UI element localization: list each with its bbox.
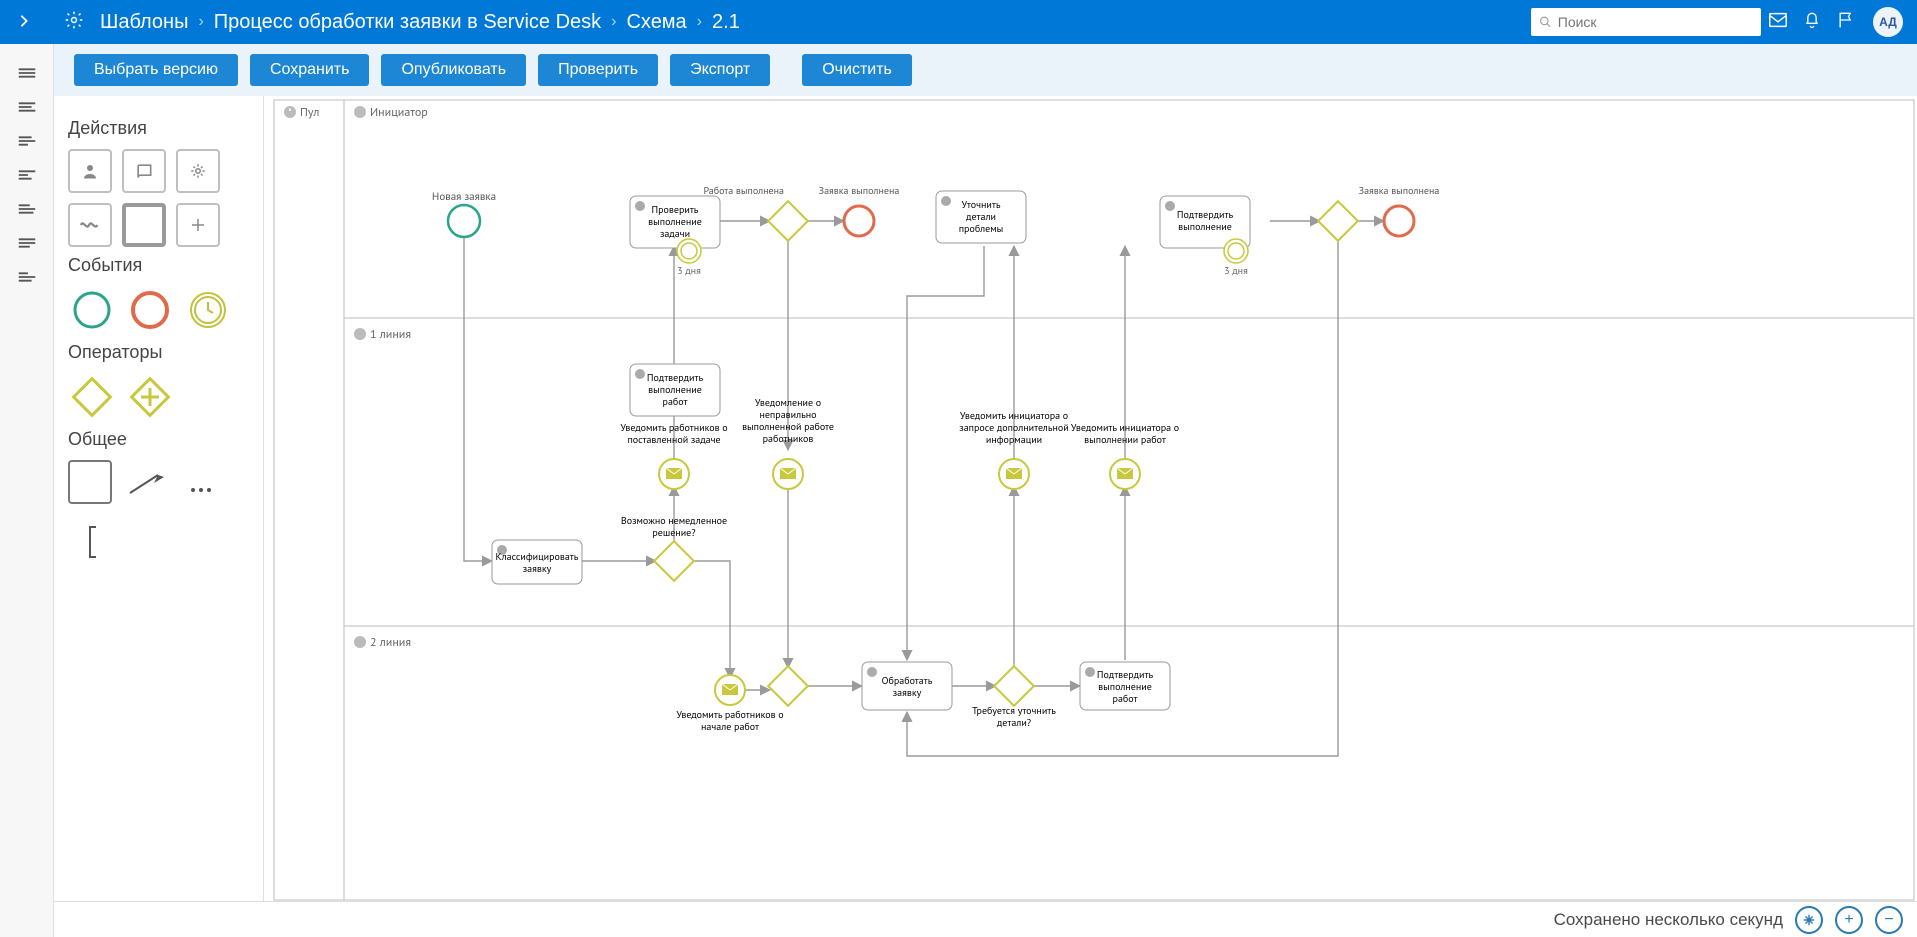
crumb-templates[interactable]: Шаблоны [100, 11, 188, 34]
rail-item-2[interactable] [0, 90, 53, 124]
rail-item-7[interactable] [0, 260, 53, 294]
pool-label: Пул [300, 105, 319, 120]
palette-script-task[interactable] [122, 149, 166, 193]
svg-text:Новая заявка: Новая заявка [432, 190, 496, 204]
svg-text:выполнении работ: выполнении работ [1084, 433, 1166, 446]
left-rail [0, 44, 54, 937]
node-confirm-exec-timer: 3 дня [1224, 239, 1248, 277]
svg-text:Работа выполнена: Работа выполнена [704, 184, 785, 197]
mail-icon[interactable] [1761, 9, 1795, 36]
node-confirm-work-l1[interactable]: Подтвердить выполнение работ [630, 364, 720, 416]
node-process-request[interactable]: Обработать заявку [862, 662, 952, 710]
palette-timer-event[interactable] [184, 286, 232, 334]
svg-text:Заявка выполнена: Заявка выполнена [1359, 184, 1440, 197]
svg-text:Заявка выполнена: Заявка выполнена [819, 184, 900, 197]
palette-add-task[interactable] [176, 203, 220, 247]
lane-initiator-label: Инициатор [370, 105, 428, 120]
crumb-scheme[interactable]: Схема [626, 11, 686, 34]
clear-button[interactable]: Очистить [802, 54, 912, 86]
palette-dotted[interactable] [180, 460, 228, 508]
palette-service-task[interactable] [176, 149, 220, 193]
top-bar: Шаблоны› Процесс обработки заявки в Serv… [0, 0, 1917, 44]
breadcrumb: Шаблоны› Процесс обработки заявки в Serv… [100, 11, 740, 34]
zoom-out-icon[interactable]: − [1875, 906, 1903, 934]
node-clarify-details[interactable]: Уточнить детали проблемы [936, 191, 1026, 243]
avatar[interactable]: АД [1873, 7, 1903, 37]
palette-parallel-gateway[interactable] [126, 373, 174, 421]
check-button[interactable]: Проверить [538, 54, 658, 86]
save-button[interactable]: Сохранить [250, 54, 370, 86]
zoom-in-icon[interactable]: + [1835, 906, 1863, 934]
status-bar: Сохранено несколько секунд + − [54, 901, 1917, 937]
publish-button[interactable]: Опубликовать [381, 54, 526, 86]
svg-text:работников: работников [763, 432, 814, 445]
settings-icon[interactable] [64, 10, 84, 35]
flag-icon[interactable] [1829, 9, 1863, 36]
rail-item-4[interactable] [0, 158, 53, 192]
svg-text:задачи: задачи [660, 227, 690, 240]
palette-bracket[interactable] [68, 518, 116, 566]
svg-text:поставленной задаче: поставленной задаче [627, 433, 720, 446]
search-box[interactable] [1531, 8, 1761, 36]
svg-text:3 дня: 3 дня [1224, 264, 1248, 277]
palette-process-task[interactable] [68, 203, 112, 247]
expand-nav-icon[interactable] [14, 12, 34, 33]
palette-actions-title: Действия [68, 118, 249, 139]
palette-start-event[interactable] [68, 286, 116, 334]
svg-text:заявку: заявку [523, 562, 552, 575]
palette-user-task[interactable] [68, 149, 112, 193]
palette-xor-gateway[interactable] [68, 373, 116, 421]
bell-icon[interactable] [1795, 9, 1829, 36]
palette-sequence-flow[interactable] [122, 460, 170, 508]
svg-text:начале работ: начале работ [701, 720, 759, 733]
svg-text:выполнение: выполнение [1178, 220, 1232, 233]
palette-annotation[interactable] [68, 460, 112, 504]
lane-line2-label: 2 линия [370, 635, 411, 650]
elements-palette: Действия События Операторы Общее [54, 96, 264, 901]
search-input[interactable] [1558, 14, 1753, 30]
export-button[interactable]: Экспорт [670, 54, 770, 86]
palette-events-title: События [68, 255, 249, 276]
fit-icon[interactable] [1795, 906, 1823, 934]
rail-item-1[interactable] [0, 56, 53, 90]
rail-item-3[interactable] [0, 124, 53, 158]
node-confirm-work-l2[interactable]: Подтвердить выполнение работ [1080, 662, 1170, 710]
node-classify[interactable]: Классифицировать заявку [492, 540, 582, 584]
svg-text:3 дня: 3 дня [677, 264, 701, 277]
svg-text:работ: работ [663, 395, 688, 408]
diagram-canvas[interactable]: Пул Инициатор 1 линия 2 линия [264, 96, 1917, 901]
svg-text:заявку: заявку [893, 686, 922, 699]
svg-text:детали?: детали? [997, 716, 1031, 729]
crumb-process[interactable]: Процесс обработки заявки в Service Desk [214, 11, 601, 34]
status-saved-text: Сохранено несколько секунд [1554, 910, 1783, 930]
svg-text:проблемы: проблемы [959, 222, 1004, 235]
palette-general-title: Общее [68, 429, 249, 450]
rail-item-6[interactable] [0, 226, 53, 260]
palette-end-event[interactable] [126, 286, 174, 334]
palette-operators-title: Операторы [68, 342, 249, 363]
svg-text:информации: информации [986, 433, 1042, 446]
crumb-version[interactable]: 2.1 [712, 11, 740, 34]
node-check-task-timer: 3 дня [677, 239, 701, 277]
rail-item-5[interactable] [0, 192, 53, 226]
action-toolbar: Выбрать версию Сохранить Опубликовать Пр… [54, 44, 1917, 96]
svg-text:решение?: решение? [652, 526, 695, 539]
lane-line1-label: 1 линия [370, 327, 411, 342]
palette-subprocess[interactable] [122, 203, 166, 247]
svg-text:работ: работ [1113, 692, 1138, 705]
select-version-button[interactable]: Выбрать версию [74, 54, 238, 86]
